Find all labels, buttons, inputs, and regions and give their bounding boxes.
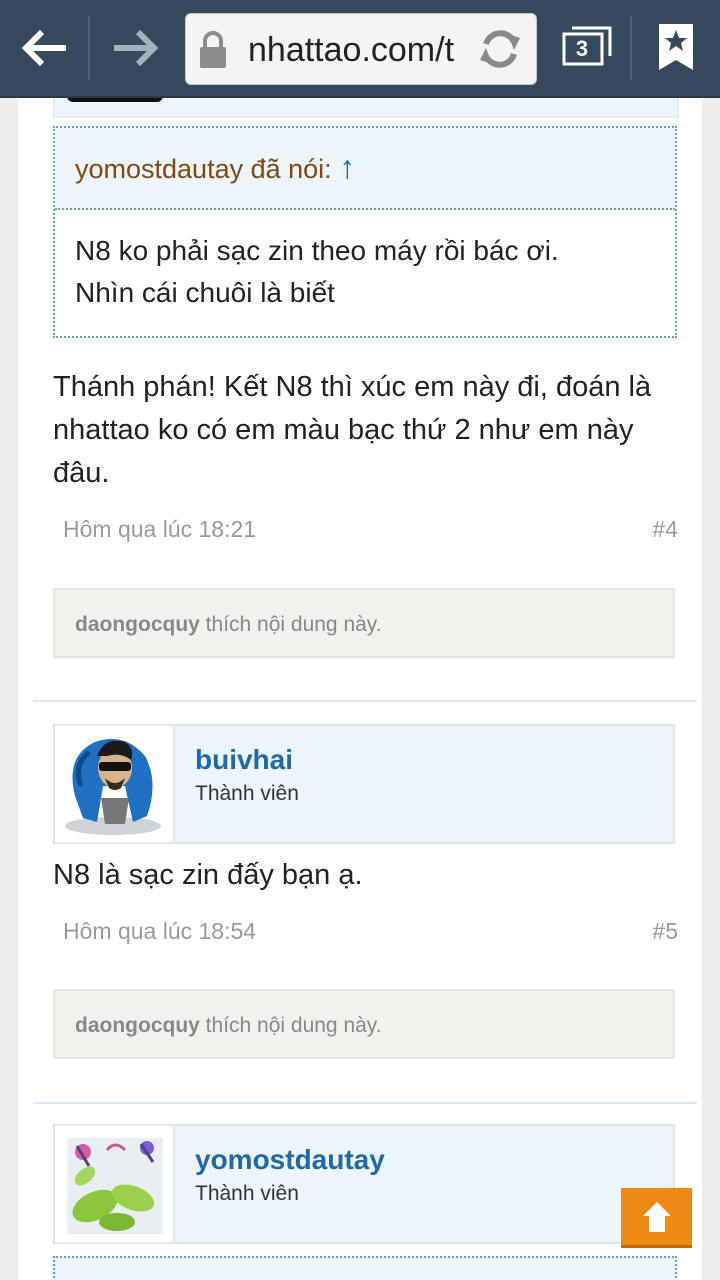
post-5-user-card: buivhai Thành viên [53, 724, 675, 844]
page-margin-left [0, 96, 18, 1280]
post-6-user-card: yomostdautay Thành viên [53, 1124, 675, 1244]
user-avatar-image [65, 739, 161, 835]
quote-header: yomostdautay đã nói: ↑ [55, 128, 675, 210]
post-4-message: Thánh phán! Kết N8 thì xúc em này đi, đo… [53, 366, 683, 495]
user-role: Thành viên [195, 1182, 299, 1205]
likes-text: thích nội dung này. [199, 613, 382, 636]
thread-page: yomostdautay đã nói: ↑ N8 ko phải sạc zi… [18, 96, 702, 1280]
post-time[interactable]: Hôm qua lúc 18:21 [63, 516, 256, 542]
quote-jump-arrow-icon[interactable]: ↑ [339, 149, 355, 185]
address-bar[interactable]: nhattao.com/t [185, 13, 537, 85]
post-number[interactable]: #4 [652, 516, 678, 543]
post-5-likes: daongocquy thích nội dung này. [53, 989, 675, 1059]
avatar[interactable] [55, 1126, 175, 1242]
quote-body: N8 ko phải sạc zin theo máy rồi bác ơi. … [55, 210, 675, 314]
forward-icon [114, 30, 158, 66]
liker-name[interactable]: daongocquy [75, 1014, 200, 1037]
liker-name[interactable]: daongocquy [75, 613, 200, 636]
quote-line: N8 ko phải sạc zin theo máy rồi bác ơi. [75, 235, 559, 266]
arrow-up-icon [642, 1201, 671, 1232]
post-5-message: N8 là sạc zin đấy bạn ạ. [53, 854, 683, 897]
bookmark-button[interactable] [656, 22, 696, 79]
back-button[interactable] [14, 14, 78, 82]
post-5-meta: Hôm qua lúc 18:54 #5 [63, 918, 678, 945]
user-avatar-image [67, 1138, 163, 1234]
tab-count: 3 [575, 36, 589, 61]
scroll-to-top-button[interactable] [621, 1188, 692, 1248]
reload-icon[interactable] [478, 26, 522, 72]
toolbar-separator [88, 16, 90, 80]
avatar[interactable] [55, 726, 175, 842]
post-4-meta: Hôm qua lúc 18:21 #4 [63, 516, 678, 543]
user-role: Thành viên [195, 782, 299, 805]
quote-author[interactable]: yomostdautay đã nói: [75, 154, 332, 184]
username[interactable]: buivhai [195, 744, 293, 776]
message-line: nhattao ko có em màu bạc thứ 2 như em nà… [53, 414, 634, 446]
message-line: N8 là sạc zin đấy bạn ạ. [53, 859, 363, 891]
page-margin-right [702, 96, 720, 1280]
quote-line: Nhìn cái chuôi là biết [75, 277, 335, 308]
bookmark-icon [659, 24, 693, 70]
quote-block: yomostdautay đã nói: ↑ N8 ko phải sạc zi… [53, 126, 677, 338]
post-4-likes: daongocquy thích nội dung này. [53, 588, 675, 658]
browser-toolbar: nhattao.com/t 3 [0, 0, 720, 98]
lock-icon [200, 31, 226, 68]
message-line: đâu. [53, 457, 110, 489]
previous-user-card [53, 96, 679, 118]
back-icon [22, 30, 66, 66]
url-text: nhattao.com/t [248, 31, 455, 69]
post-divider [33, 1102, 697, 1104]
toolbar-separator [630, 16, 632, 80]
post-divider [33, 700, 697, 702]
likes-text: thích nội dung này. [199, 1014, 382, 1037]
post-time[interactable]: Hôm qua lúc 18:54 [63, 918, 256, 944]
post-number[interactable]: #5 [652, 918, 678, 945]
username[interactable]: yomostdautay [195, 1144, 385, 1176]
message-line: Thánh phán! Kết N8 thì xúc em này đi, đo… [53, 371, 652, 403]
quote-block [53, 1256, 677, 1280]
forward-button[interactable] [102, 14, 166, 82]
